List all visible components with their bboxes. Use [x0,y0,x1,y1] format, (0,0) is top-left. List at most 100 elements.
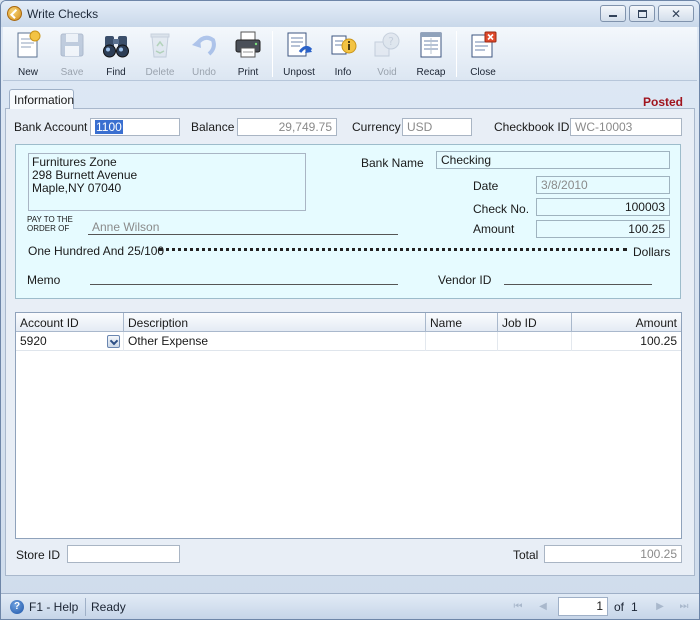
account-id-cell[interactable]: 5920 [16,332,124,351]
undo-button[interactable]: Undo [182,27,226,81]
description-cell[interactable]: Other Expense [124,332,426,351]
amount-field[interactable]: 100.25 [536,220,670,238]
status-bar: ? F1 - Help Ready ⏮ ◀ 1 of 1 ▶ ⏭ [1,593,699,619]
account-id-value: 5920 [20,334,47,348]
store-id-label: Store ID [16,548,61,562]
window-title: Write Checks [27,7,99,21]
pay-to-label: PAY TO THE ORDER OF [27,215,73,233]
page-total: 1 [631,600,638,614]
close-window-button[interactable]: ✕ [658,5,694,22]
memo-underline [90,284,398,285]
toolbar-separator [272,31,273,77]
total-label: Total [513,548,539,562]
unpost-ledger-icon [287,32,313,57]
payee-field[interactable]: Anne Wilson [92,220,159,234]
info-button[interactable]: Info [321,27,365,81]
recycle-bin-icon [150,33,170,58]
new-button[interactable]: New [6,27,50,81]
toolbar-separator [456,31,457,77]
void-button[interactable]: ? Void [365,27,409,81]
recap-button[interactable]: Recap [409,27,453,81]
bank-account-field[interactable]: 1100 [90,118,180,136]
print-button[interactable]: Print [226,27,270,81]
last-page-icon[interactable]: ⏭ [677,600,691,614]
bank-account-value: 1100 [95,120,123,134]
svg-text:?: ? [388,35,394,48]
detail-grid: Account ID Description Name Job ID Amoun… [15,312,682,539]
vendor-id-label: Vendor ID [438,273,492,287]
first-page-icon[interactable]: ⏮ [511,600,525,614]
amount-cell[interactable]: 100.25 [572,332,681,351]
void-icon: ? [374,32,400,57]
of-label: of [614,600,625,614]
memo-field[interactable] [90,269,398,285]
floppy-disk-icon [60,33,84,57]
memo-label: Memo [27,273,61,287]
close-icon: ✕ [670,6,682,21]
info-icon [331,35,357,55]
check-no-field[interactable]: 100003 [536,198,670,216]
status-text: Ready [91,600,126,614]
column-header-amount[interactable]: Amount [572,313,681,332]
write-checks-window: Write Checks ✕ New Save Find Delete Undo… [0,0,700,620]
column-header-job-id[interactable]: Job ID [498,313,572,332]
page-number-input[interactable]: 1 [558,597,608,616]
amount-in-words: One Hundred And 25/100 [28,244,165,258]
grid-header: Account ID Description Name Job ID Amoun… [16,313,681,332]
bank-account-label: Bank Account [14,120,88,134]
toolbar: New Save Find Delete Undo Print Unpost I… [3,27,697,81]
amount-label: Amount [473,222,515,236]
app-icon [7,6,22,21]
checkbook-id-field[interactable]: WC-10003 [570,118,682,136]
pay-to-line: PAY TO THE [27,215,73,224]
vendor-id-field[interactable] [504,269,652,285]
save-button[interactable]: Save [50,27,94,81]
pay-to-line: ORDER OF [27,224,70,233]
help-icon[interactable]: ? [10,600,24,614]
vendor-id-underline [504,284,652,285]
currency-field[interactable]: USD [402,118,472,136]
binoculars-icon [103,36,129,58]
chevron-down-icon[interactable] [107,335,120,348]
payee-address: Furnitures Zone 298 Burnett Avenue Maple… [28,153,306,211]
date-label: Date [473,179,499,193]
previous-page-icon[interactable]: ◀ [536,600,550,614]
close-window-icon [471,31,497,58]
bank-name-field[interactable]: Checking [436,151,670,169]
posted-status-badge: Posted [642,95,683,109]
column-header-name[interactable]: Name [426,313,498,332]
payee-underline [88,234,398,235]
delete-button[interactable]: Delete [138,27,182,81]
undo-arrow-icon [192,35,216,56]
column-header-account-id[interactable]: Account ID [16,313,124,332]
currency-label: Currency [352,120,401,134]
date-field[interactable]: 3/8/2010 [536,176,670,194]
dollars-label: Dollars [633,245,671,259]
maximize-icon [637,9,647,18]
printer-icon [235,31,261,58]
balance-label: Balance [191,120,235,134]
recap-ledger-icon [420,32,442,58]
unpost-button[interactable]: Unpost [277,27,321,81]
store-id-field[interactable] [67,545,180,563]
table-row[interactable]: 5920 Other Expense 100.25 [16,332,681,351]
minimize-button[interactable] [600,5,626,22]
name-cell[interactable] [426,332,498,351]
title-bar: Write Checks ✕ [1,1,699,27]
tab-information[interactable]: Information [9,89,74,109]
next-page-icon[interactable]: ▶ [653,600,667,614]
balance-field: 29,749.75 [237,118,337,136]
maximize-button[interactable] [629,5,655,22]
check-area: Furnitures Zone 298 Burnett Avenue Maple… [15,144,681,299]
address-line: Maple,NY 07040 [32,181,122,195]
help-text[interactable]: F1 - Help [29,600,78,614]
close-button[interactable]: Close [461,27,505,81]
column-header-description[interactable]: Description [124,313,426,332]
checkbook-id-label: Checkbook ID [494,120,570,134]
find-button[interactable]: Find [94,27,138,81]
bank-name-label: Bank Name [361,156,424,170]
status-separator [85,598,86,616]
check-no-label: Check No. [473,202,530,216]
amount-dotted-line [159,248,627,251]
job-id-cell[interactable] [498,332,572,351]
